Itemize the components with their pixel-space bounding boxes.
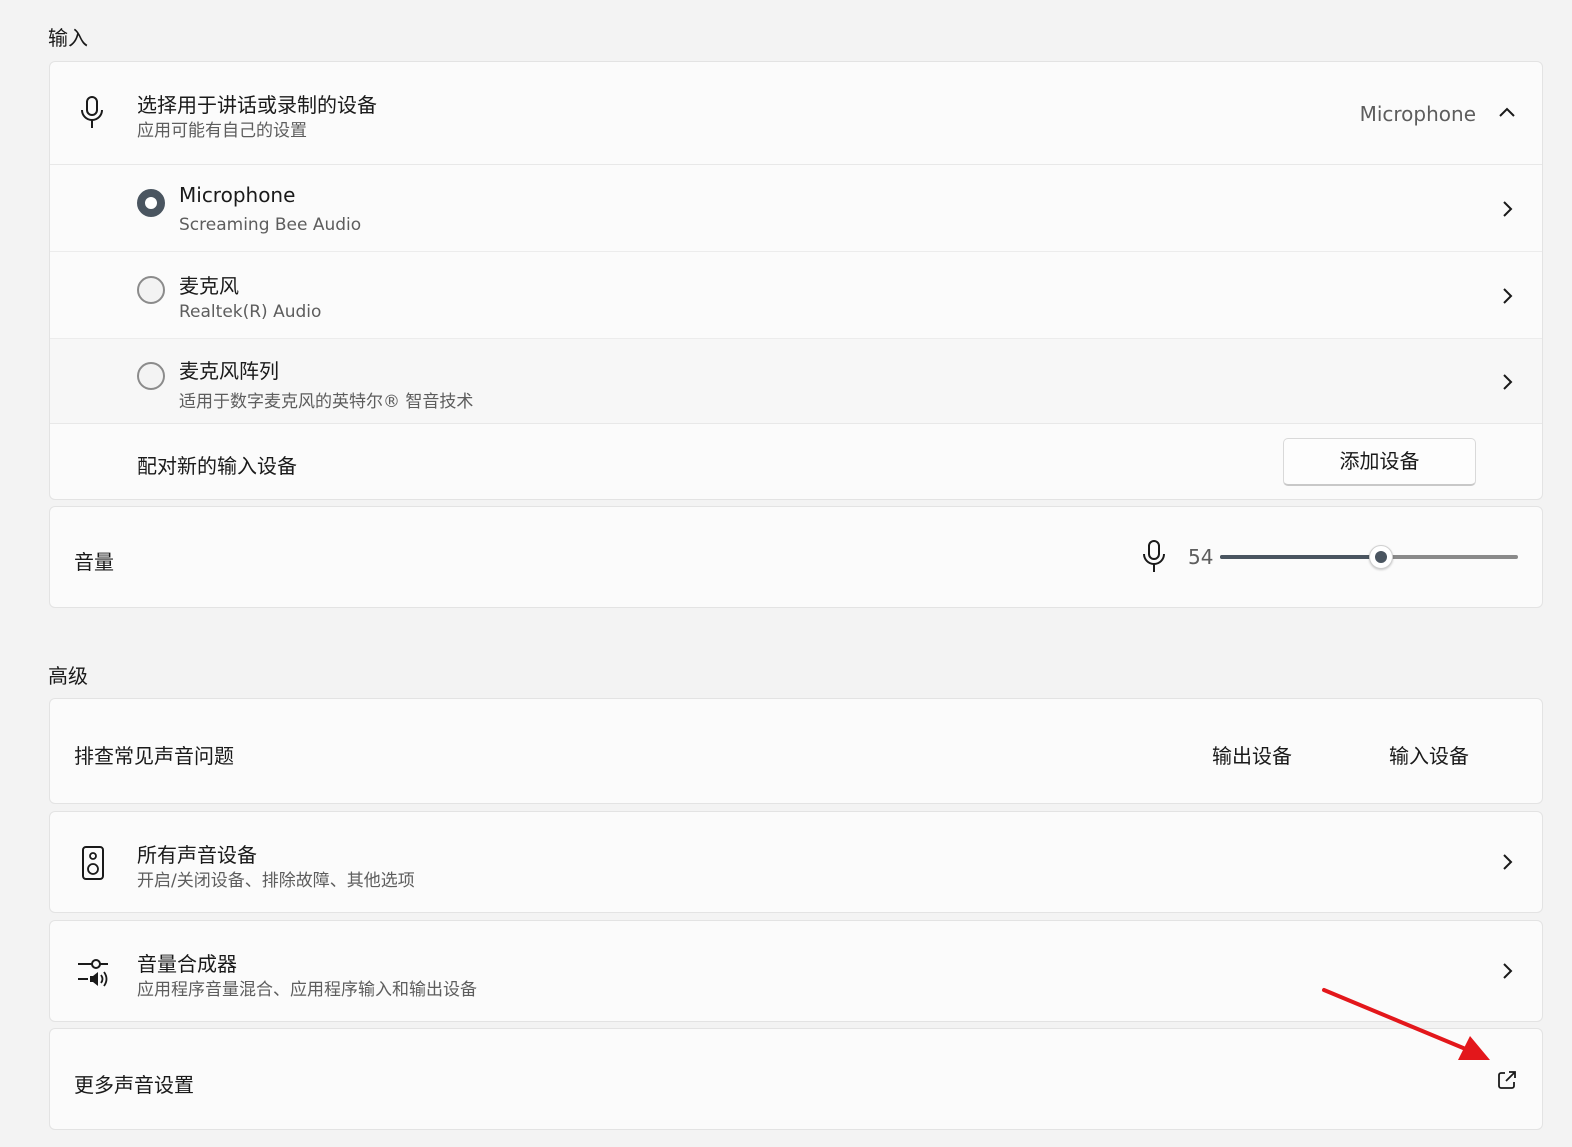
section-title-advanced: 高级 xyxy=(48,664,88,688)
volume-value: 54 xyxy=(1188,545,1214,569)
device-name: Microphone xyxy=(179,183,296,207)
device-select-header[interactable]: 选择用于讲话或录制的设备 应用可能有自己的设置 Microphone xyxy=(50,62,1542,164)
device-radio-unselected[interactable] xyxy=(137,362,165,390)
device-detail: Screaming Bee Audio xyxy=(179,215,362,235)
chevron-right-icon xyxy=(1503,374,1513,390)
slider-thumb[interactable] xyxy=(1369,545,1393,569)
all-devices-title: 所有声音设备 xyxy=(137,843,257,867)
all-devices-card[interactable]: 所有声音设备 开启/关闭设备、排除故障、其他选项 xyxy=(49,811,1543,913)
input-device-button[interactable]: 输入设备 xyxy=(1389,740,1469,769)
device-name: 麦克风阵列 xyxy=(179,359,279,383)
microphone-icon xyxy=(81,96,103,128)
device-radio-selected[interactable] xyxy=(137,189,165,217)
section-title-input: 输入 xyxy=(48,26,88,50)
all-devices-subtitle: 开启/关闭设备、排除故障、其他选项 xyxy=(137,871,415,891)
device-radio-unselected[interactable] xyxy=(137,276,165,304)
device-select-subtitle: 应用可能有自己的设置 xyxy=(137,121,307,141)
microphone-icon xyxy=(1143,540,1165,572)
output-device-button[interactable]: 输出设备 xyxy=(1212,740,1292,769)
volume-card: 音量 54 xyxy=(49,506,1543,608)
chevron-right-icon xyxy=(1503,963,1513,979)
device-row-array[interactable]: 麦克风阵列 适用于数字麦克风的英特尔® 智音技术 xyxy=(50,339,1542,423)
troubleshoot-label: 排查常见声音问题 xyxy=(74,744,234,768)
device-detail: 适用于数字麦克风的英特尔® 智音技术 xyxy=(179,392,474,412)
device-select-title: 选择用于讲话或录制的设备 xyxy=(137,93,377,117)
device-detail: Realtek(R) Audio xyxy=(179,302,322,322)
add-device-button[interactable]: 添加设备 xyxy=(1283,438,1476,486)
volume-slider[interactable] xyxy=(1220,545,1518,569)
annotation-arrow xyxy=(1322,988,1490,1060)
speaker-icon xyxy=(82,846,104,880)
chevron-right-icon xyxy=(1503,288,1513,304)
mixer-title: 音量合成器 xyxy=(137,952,237,976)
chevron-right-icon xyxy=(1503,854,1513,870)
pair-device-label: 配对新的输入设备 xyxy=(137,454,297,478)
open-external-icon[interactable] xyxy=(1497,1070,1517,1090)
chevron-right-icon xyxy=(1503,201,1513,217)
slider-fill xyxy=(1220,555,1381,559)
more-settings-label: 更多声音设置 xyxy=(74,1073,194,1097)
pair-device-row: 配对新的输入设备 添加设备 xyxy=(50,424,1542,500)
volume-mixer-icon xyxy=(78,959,108,987)
volume-label: 音量 xyxy=(74,550,114,574)
input-device-card: 选择用于讲话或录制的设备 应用可能有自己的设置 Microphone Micro… xyxy=(49,61,1543,500)
troubleshoot-card: 排查常见声音问题 输出设备 输入设备 xyxy=(49,698,1543,804)
mixer-subtitle: 应用程序音量混合、应用程序输入和输出设备 xyxy=(137,980,477,1000)
device-row-microphone[interactable]: Microphone Screaming Bee Audio xyxy=(50,165,1542,251)
chevron-up-icon[interactable] xyxy=(1498,106,1516,118)
device-name: 麦克风 xyxy=(179,274,239,298)
device-row-realtek[interactable]: 麦克风 Realtek(R) Audio xyxy=(50,252,1542,338)
selected-device-value: Microphone xyxy=(1359,102,1476,126)
